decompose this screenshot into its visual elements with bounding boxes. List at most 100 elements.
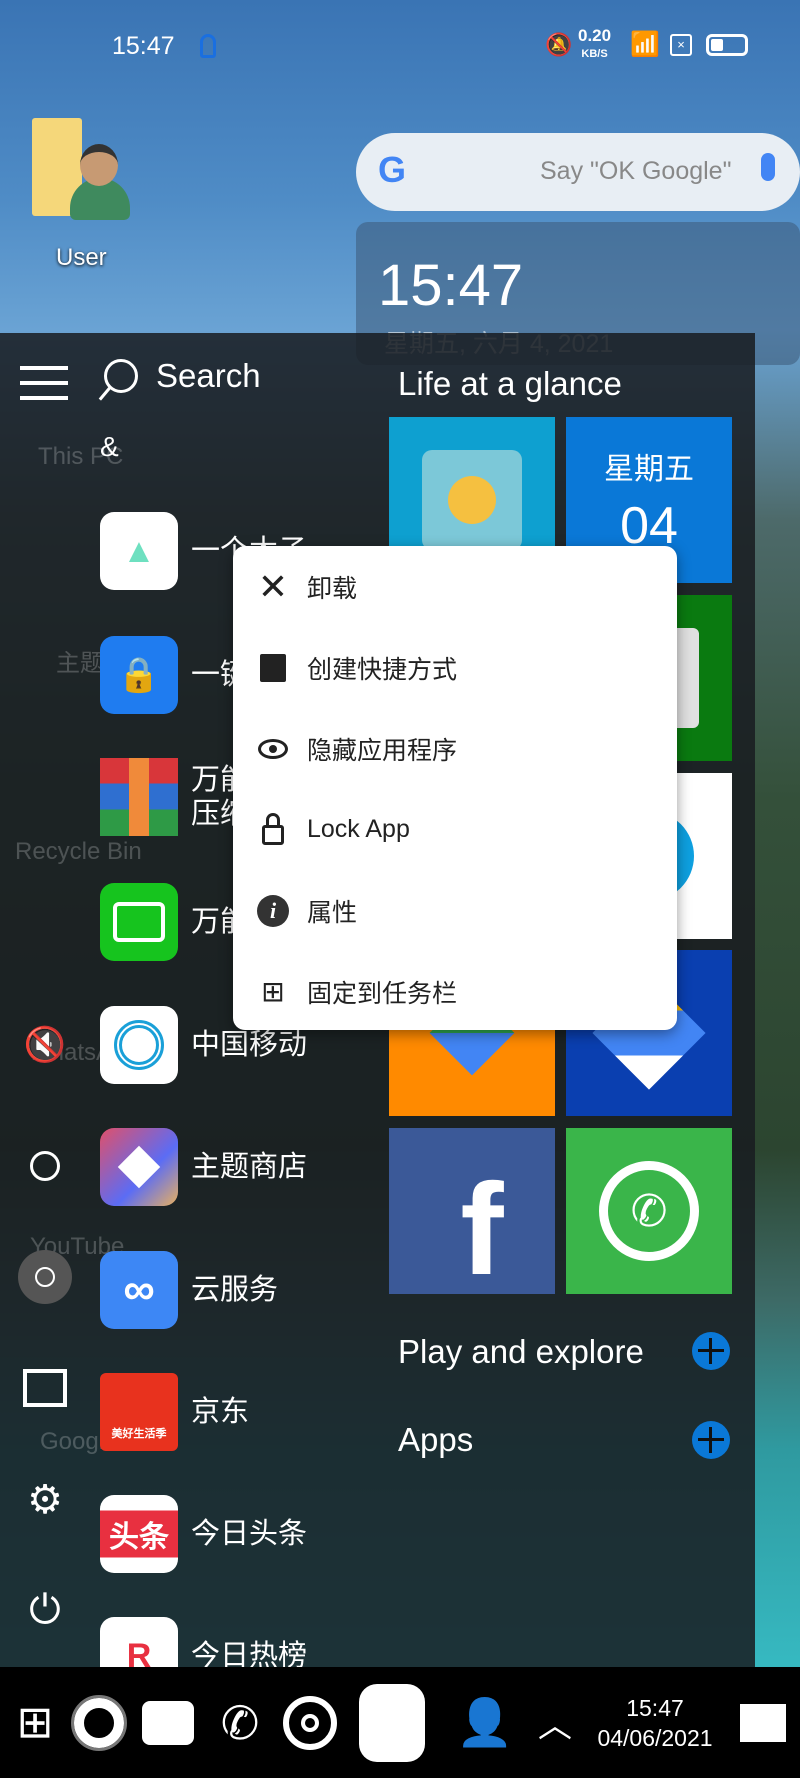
desktop-icon-label: 主题 <box>56 650 104 677</box>
app-folder-button[interactable] <box>358 1667 426 1778</box>
phone-button[interactable]: ✆ <box>210 1667 270 1778</box>
menu-item-hide-app[interactable]: 隐藏应用程序 <box>233 708 677 789</box>
app-item[interactable]: 美好生活季 京东 <box>100 1373 600 1451</box>
hot-list-app-icon: R <box>100 1617 178 1667</box>
menu-item-label: Lock App <box>307 815 410 843</box>
settings-gear-icon[interactable]: ⚙ <box>18 1473 72 1527</box>
play-and-explore-heading: Play and explore <box>398 1333 644 1370</box>
cortana-button[interactable] <box>71 1667 127 1778</box>
context-menu: ✕ 卸载 创建快捷方式 隐藏应用程序 Lock App i 属性 ⊞ 固定到任务栏 <box>233 546 677 1030</box>
menu-item-uninstall[interactable]: ✕ 卸载 <box>233 546 677 627</box>
battery-icon <box>706 34 748 56</box>
jd-badge: 美好生活季 <box>111 1428 167 1440</box>
store-bag-icon <box>253 653 293 682</box>
start-button[interactable]: ⊞ <box>10 1667 60 1778</box>
menu-item-create-shortcut[interactable]: 创建快捷方式 <box>233 627 677 708</box>
add-apps-group-button[interactable] <box>692 1421 730 1459</box>
section-letter: & <box>100 431 119 462</box>
status-bar: 15:47 🔕 0.20 KB/S 📶 × <box>0 27 800 70</box>
app-label: 今日头条 <box>191 1518 308 1550</box>
folder-icon[interactable] <box>18 1361 72 1415</box>
search-icon <box>98 359 138 401</box>
facebook-icon: f <box>460 1156 504 1302</box>
menu-item-label: 卸载 <box>307 574 358 603</box>
notification-mute-icon[interactable]: 🔇 <box>18 1018 72 1072</box>
toutiao-badge: 头条 <box>109 1521 169 1554</box>
user-avatar[interactable] <box>18 1250 72 1304</box>
life-at-a-glance-heading: Life at a glance <box>398 365 622 402</box>
menu-item-label: 固定到任务栏 <box>307 979 458 1008</box>
china-mobile-app-icon <box>100 1006 178 1084</box>
sun-icon <box>422 450 522 550</box>
net-speed: 0.20 <box>578 26 612 45</box>
archive-app-icon <box>100 758 178 836</box>
taskbar: ⊞ ✆ 👤 ︿ 15:47 04/06/2021 <box>0 1667 800 1778</box>
app-item[interactable]: 头条 今日头条 <box>100 1495 600 1573</box>
app-label: 主题商店 <box>191 1151 308 1183</box>
menu-item-pin-taskbar[interactable]: ⊞ 固定到任务栏 <box>233 951 677 1032</box>
wifi-key-app-icon <box>100 883 178 961</box>
google-search-bar[interactable]: G Say "OK Google" <box>356 133 800 211</box>
qq-notification-icon <box>200 34 216 58</box>
tree-app-icon: ▲ <box>100 512 178 590</box>
user-folder-icon[interactable] <box>32 118 130 220</box>
message-icon <box>142 1700 194 1745</box>
whatsapp-tile[interactable]: ✆ <box>566 1128 732 1294</box>
windows-icon: ⊞ <box>261 976 285 1007</box>
apps-heading: Apps <box>398 1421 474 1458</box>
facebook-tile[interactable]: f <box>389 1128 555 1294</box>
app-folder-icon <box>359 1683 425 1762</box>
lock-icon <box>253 812 293 845</box>
google-logo-icon: G <box>378 149 407 190</box>
person-icon: 👤 <box>456 1696 514 1748</box>
search-label: Search <box>156 357 261 394</box>
chrome-button[interactable] <box>282 1667 338 1778</box>
menu-item-properties[interactable]: i 属性 <box>233 870 677 951</box>
info-icon: i <box>253 894 293 927</box>
status-time: 15:47 <box>112 32 175 60</box>
app-item[interactable]: R 今日热榜 <box>100 1617 600 1667</box>
power-icon[interactable]: ⏻ <box>18 1583 72 1637</box>
eye-icon <box>253 738 293 759</box>
lock-app-icon: 🔒 <box>100 636 178 714</box>
messages-button[interactable] <box>140 1667 196 1778</box>
mic-icon[interactable] <box>761 153 775 181</box>
notification-icon <box>740 1703 786 1742</box>
toutiao-app-icon: 头条 <box>100 1495 178 1573</box>
menu-item-lock-app[interactable]: Lock App <box>233 789 677 870</box>
app-label: 京东 <box>191 1396 250 1428</box>
theme-store-app-icon <box>100 1128 178 1206</box>
chevron-up-icon: ︿ <box>538 1707 572 1745</box>
taskbar-date: 04/06/2021 <box>597 1724 713 1751</box>
show-hidden-icons-button[interactable]: ︿ <box>535 1667 575 1778</box>
add-play-group-button[interactable] <box>692 1332 730 1370</box>
widget-time: 15:47 <box>378 253 524 318</box>
google-placeholder: Say "OK Google" <box>540 157 732 185</box>
bell-muted-icon: 🔕 <box>545 32 573 57</box>
phone-icon: ✆ <box>220 1696 260 1749</box>
menu-item-label: 创建快捷方式 <box>307 655 458 684</box>
taskbar-time: 15:47 <box>626 1694 684 1721</box>
app-label: 今日热榜 <box>191 1640 308 1667</box>
taskbar-clock[interactable]: 15:47 04/06/2021 <box>585 1667 725 1778</box>
cloud-service-app-icon: ∞ <box>100 1251 178 1329</box>
sim-off-icon: × <box>670 34 692 56</box>
hamburger-menu-icon[interactable] <box>20 366 68 400</box>
whatsapp-icon: ✆ <box>599 1161 699 1261</box>
circle-icon <box>71 1694 127 1751</box>
jd-app-icon: 美好生活季 <box>100 1373 178 1451</box>
menu-item-label: 属性 <box>307 898 358 927</box>
desktop-icon-label: Recycle Bin <box>15 838 142 865</box>
windows-start-icon: ⊞ <box>16 1698 54 1747</box>
menu-item-label: 隐藏应用程序 <box>307 736 458 765</box>
search-button[interactable]: Search <box>98 357 261 401</box>
chrome-icon <box>283 1695 337 1750</box>
contacts-button[interactable]: 👤 <box>456 1667 514 1778</box>
desktop-icon-label[interactable]: User <box>56 244 107 272</box>
net-unit: KB/S <box>581 48 608 60</box>
action-center-button[interactable] <box>738 1667 788 1778</box>
app-label: 中国移动 <box>191 1029 308 1061</box>
calendar-weekday: 星期五 <box>604 453 694 486</box>
search-rail-icon[interactable] <box>18 1139 72 1193</box>
close-icon: ✕ <box>257 565 289 607</box>
